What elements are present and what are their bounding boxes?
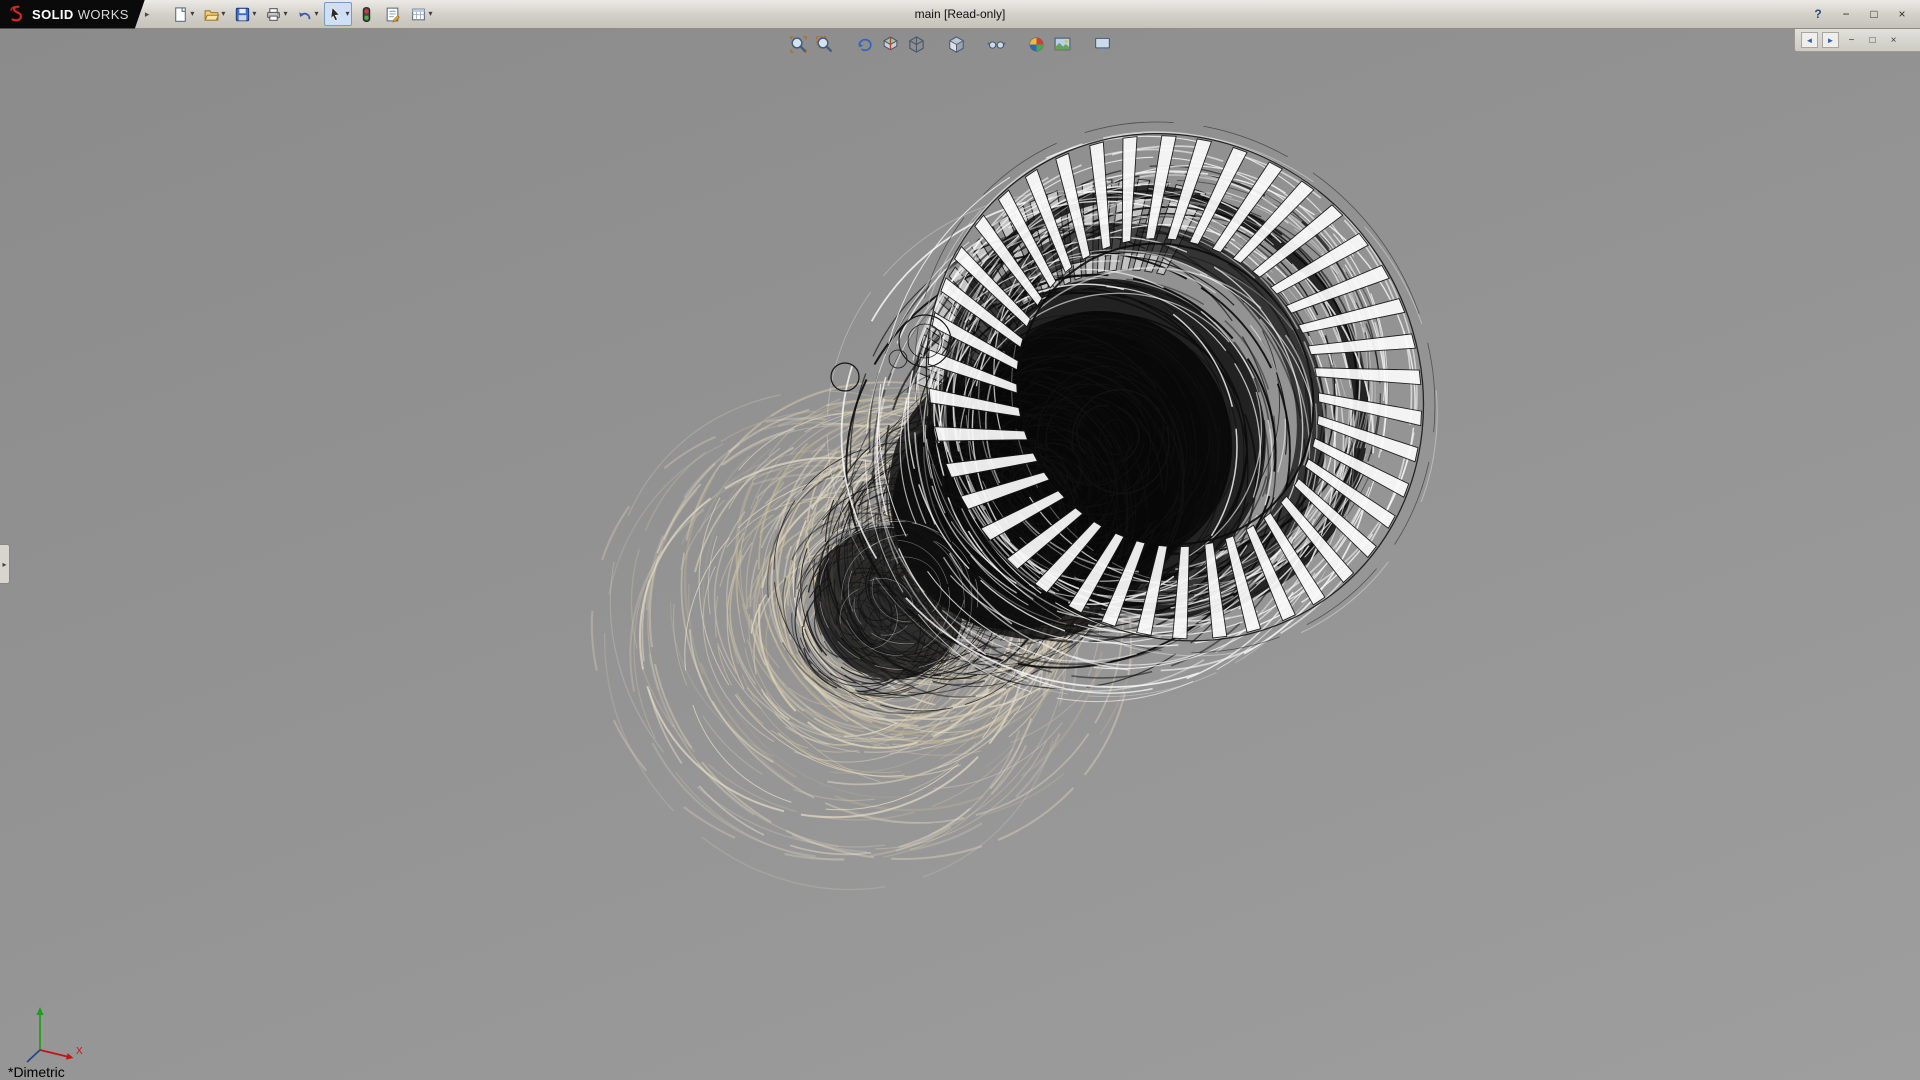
undo-button[interactable]: ▾ xyxy=(293,2,321,26)
view-settings-icon xyxy=(1093,35,1112,54)
dropdown-caret[interactable]: ▾ xyxy=(314,10,318,18)
rebuild-icon xyxy=(358,6,375,23)
file-properties-icon xyxy=(384,6,401,23)
brand-works: WORKS xyxy=(78,7,129,22)
headsup-group xyxy=(1024,33,1074,55)
open-icon xyxy=(203,6,220,23)
save-button[interactable]: ▾ xyxy=(231,2,259,26)
apply-scene-icon xyxy=(1053,35,1072,54)
graphics-area[interactable]: ◄ ► − □ × ▸ X *Dimetric xyxy=(0,29,1920,1080)
doc-close-button[interactable]: × xyxy=(1885,32,1902,48)
next-document-button[interactable]: ► xyxy=(1822,32,1839,48)
triad-y-arrowhead xyxy=(36,1007,43,1015)
brand-solid: SOLID xyxy=(32,7,74,22)
headsup-group xyxy=(852,33,928,55)
triad-x-label: X xyxy=(76,1046,83,1057)
solidworks-logo: SOLID WORKS xyxy=(0,0,145,29)
orientation-triad: X xyxy=(10,992,90,1072)
solidworks-logo-mark xyxy=(8,4,28,24)
view-settings-button[interactable] xyxy=(1090,33,1114,55)
print-button[interactable]: ▾ xyxy=(262,2,290,26)
print-icon xyxy=(265,6,282,23)
save-icon xyxy=(234,6,251,23)
headsup-group xyxy=(984,33,1008,55)
dropdown-caret[interactable]: ▾ xyxy=(252,10,256,18)
options-button[interactable]: ▾ xyxy=(407,2,435,26)
heads-up-view-toolbar xyxy=(778,33,1122,55)
main-toolbar: ▾ ▾ ▾ ▾ ▾ ▾ ▾ xyxy=(169,2,435,26)
zoom-to-area-button[interactable] xyxy=(812,33,836,55)
feature-pane-expand-tab[interactable]: ▸ xyxy=(0,544,10,584)
view-orientation-label: *Dimetric xyxy=(8,1064,65,1080)
view-orientation-button[interactable] xyxy=(904,33,928,55)
menu-flyout-arrow[interactable]: ▸ xyxy=(145,9,150,20)
doc-minimize-button[interactable]: − xyxy=(1843,32,1860,48)
triad-z-axis xyxy=(27,1050,40,1062)
dropdown-caret[interactable]: ▾ xyxy=(428,10,432,18)
edit-appearance-icon xyxy=(1027,35,1046,54)
triad-x-axis xyxy=(40,1050,67,1057)
select-icon xyxy=(327,6,344,23)
rebuild-button[interactable] xyxy=(355,2,378,26)
undo-icon xyxy=(296,6,313,23)
zoom-to-area-icon xyxy=(815,35,834,54)
hide-show-items-button[interactable] xyxy=(984,33,1008,55)
engine-wireframe-model xyxy=(0,29,1920,1080)
apply-scene-button[interactable] xyxy=(1050,33,1074,55)
dropdown-caret[interactable]: ▾ xyxy=(221,10,225,18)
new-icon xyxy=(172,6,189,23)
minimize-button[interactable]: − xyxy=(1836,5,1856,23)
previous-document-button[interactable]: ◄ xyxy=(1801,32,1818,48)
display-style-icon xyxy=(947,35,966,54)
view-orientation-icon xyxy=(907,35,926,54)
previous-view-button[interactable] xyxy=(852,33,876,55)
section-view-icon xyxy=(881,35,900,54)
zoom-to-fit-icon xyxy=(789,35,808,54)
select-button[interactable]: ▾ xyxy=(324,2,352,26)
dropdown-caret[interactable]: ▾ xyxy=(283,10,287,18)
headsup-group xyxy=(944,33,968,55)
previous-view-icon xyxy=(855,35,874,54)
dropdown-caret[interactable]: ▾ xyxy=(190,10,194,18)
window-title: main [Read-only] xyxy=(915,7,1006,21)
headsup-group xyxy=(786,33,836,55)
headsup-group xyxy=(1090,33,1114,55)
edit-appearance-button[interactable] xyxy=(1024,33,1048,55)
help-button[interactable]: ? xyxy=(1808,5,1828,23)
new-button[interactable]: ▾ xyxy=(169,2,197,26)
doc-restore-button[interactable]: □ xyxy=(1864,32,1881,48)
title-bar: SOLID WORKS ▸ ▾ ▾ ▾ ▾ ▾ ▾ ▾ main [Read-only] ? … xyxy=(0,0,1920,29)
close-button[interactable]: × xyxy=(1892,5,1912,23)
section-view-button[interactable] xyxy=(878,33,902,55)
window-controls: ? − □ × xyxy=(1808,5,1920,23)
open-button[interactable]: ▾ xyxy=(200,2,228,26)
hide-show-items-icon xyxy=(987,35,1006,54)
options-icon xyxy=(410,6,427,23)
zoom-to-fit-button[interactable] xyxy=(786,33,810,55)
document-window-controls: ◄ ► − □ × xyxy=(1794,29,1920,52)
file-properties-button[interactable] xyxy=(381,2,404,26)
display-style-button[interactable] xyxy=(944,33,968,55)
dropdown-caret[interactable]: ▾ xyxy=(345,10,349,18)
restore-button[interactable]: □ xyxy=(1864,5,1884,23)
triad-x-arrowhead xyxy=(66,1053,74,1059)
